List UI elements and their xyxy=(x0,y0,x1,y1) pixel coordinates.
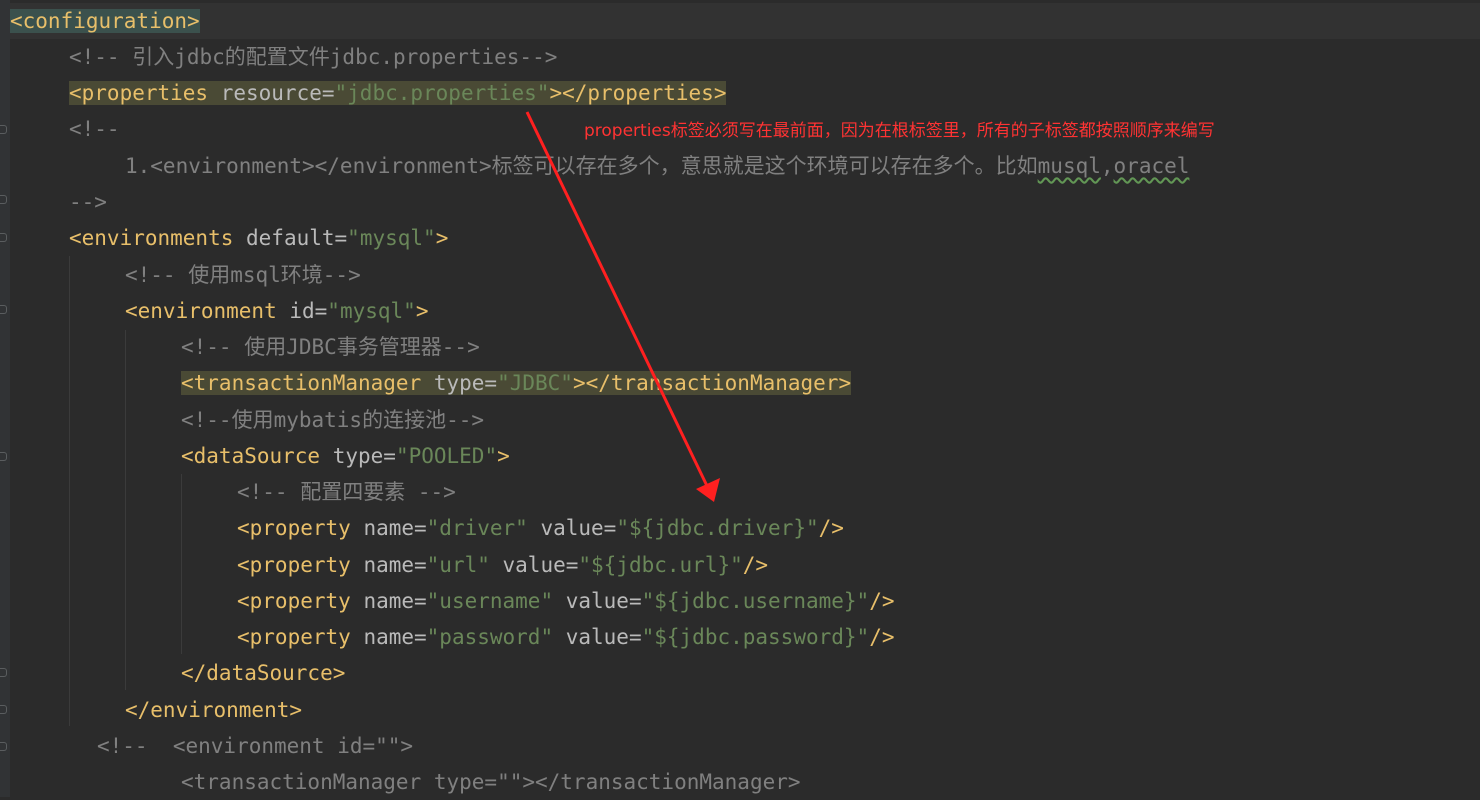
arrow-head-icon xyxy=(696,478,720,502)
arrow-line xyxy=(525,111,710,489)
annotation-arrow xyxy=(525,111,720,502)
